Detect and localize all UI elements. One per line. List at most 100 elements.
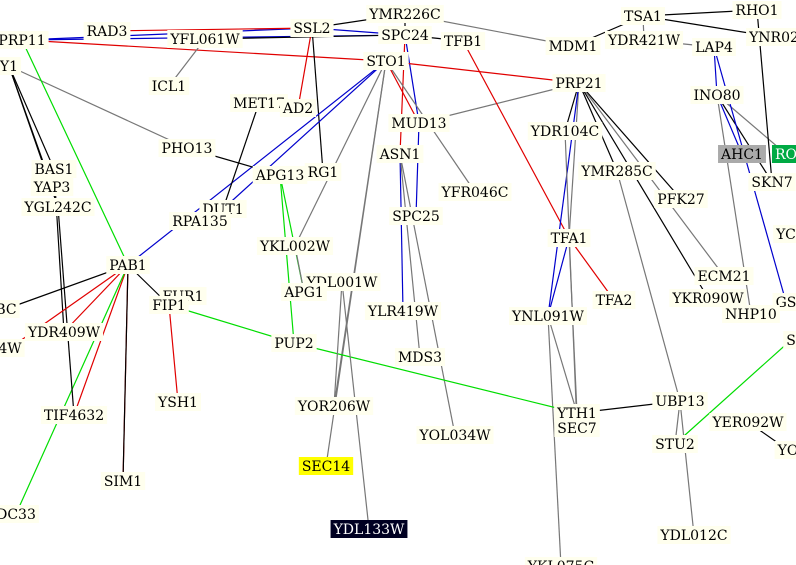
node-rg1[interactable]: RG1 (304, 163, 342, 181)
node-label-ykr090w: YKR090W (671, 291, 744, 307)
node-pho13[interactable]: PHO13 (158, 139, 216, 157)
node-label-spc24: SPC24 (381, 28, 429, 44)
node-apg13[interactable]: APG13 (252, 166, 308, 184)
node-yol034w[interactable]: YOL034W (416, 426, 494, 444)
node-label-sto1: STO1 (366, 54, 405, 70)
node-spc24[interactable]: SPC24 (378, 26, 432, 44)
node-sec7[interactable]: SEC7 (554, 419, 600, 437)
node-label-ynr02: YNR02 (748, 30, 796, 46)
node-ro[interactable]: RO (771, 145, 796, 163)
node-spc25[interactable]: SPC25 (389, 207, 443, 225)
node-ino80[interactable]: INO80 (690, 86, 744, 104)
node-mdm1[interactable]: MDM1 (545, 37, 601, 55)
node-label-ahc1: AHC1 (720, 147, 763, 163)
node-pup2[interactable]: PUP2 (271, 334, 317, 352)
node-ysh1[interactable]: YSH1 (155, 393, 201, 411)
node-ynr02[interactable]: YNR02 (746, 28, 796, 46)
node-label-ylr419w: YLR419W (367, 304, 439, 320)
node-stu2[interactable]: STU2 (652, 435, 698, 453)
node-label-rho1: RHO1 (735, 3, 778, 19)
node-ymr226c[interactable]: YMR226C (366, 5, 444, 23)
node-ynl091w[interactable]: YNL091W (509, 307, 587, 325)
node-ssl2[interactable]: SSL2 (290, 19, 334, 37)
node-label-pfk27: PFK27 (657, 192, 704, 208)
node-pfk27[interactable]: PFK27 (654, 190, 708, 208)
node-ydr409w[interactable]: YDR409W (24, 323, 104, 341)
node-label-ykl075c: YKL075C (527, 559, 594, 565)
node-sim1[interactable]: SIM1 (100, 472, 146, 490)
node-tfa1[interactable]: TFA1 (547, 229, 591, 247)
node-s[interactable]: S (783, 331, 796, 349)
node-label-apg13: APG13 (255, 168, 305, 184)
node-skn7[interactable]: SKN7 (748, 173, 796, 191)
node-label-pho13: PHO13 (162, 141, 213, 157)
node-label-ro: RO (775, 147, 796, 163)
node-pab1[interactable]: PAB1 (106, 256, 150, 274)
node-mds3[interactable]: MDS3 (394, 348, 446, 366)
node-ahc1[interactable]: AHC1 (718, 145, 766, 163)
node-fip1[interactable]: FIP1 (149, 296, 189, 314)
node-ygl242c[interactable]: YGL242C (21, 198, 95, 216)
node-label-ykl002w: YKL002W (259, 239, 331, 255)
node-yor206w[interactable]: YOR206W (294, 397, 374, 415)
node-bas1[interactable]: BAS1 (31, 160, 77, 178)
node-dc33[interactable]: DC33 (0, 505, 39, 523)
node-icl1[interactable]: ICL1 (148, 77, 190, 95)
node-ydl012c[interactable]: YDL012C (657, 526, 731, 544)
node-ykl075c[interactable]: YKL075C (524, 557, 598, 565)
node-tif4632[interactable]: TIF4632 (40, 406, 108, 424)
node-rad3[interactable]: RAD3 (83, 22, 131, 40)
node-ykr090w[interactable]: YKR090W (669, 289, 747, 307)
node-label-asn1: ASN1 (379, 147, 421, 163)
node-ecm21[interactable]: ECM21 (694, 267, 754, 285)
node-sto1[interactable]: STO1 (363, 52, 409, 70)
node-label-met17: MET17 (233, 96, 285, 112)
node-yc[interactable]: YC (773, 225, 796, 243)
node-tfb1[interactable]: TFB1 (440, 32, 486, 50)
node-ydr421w[interactable]: YDR421W (604, 31, 684, 49)
node-label-ubp13: UBP13 (655, 394, 704, 410)
node-rho1[interactable]: RHO1 (732, 1, 782, 19)
node-label-ecm21: ECM21 (697, 269, 750, 285)
node-label-yer092w: YER092W (711, 415, 784, 431)
node-tsa1[interactable]: TSA1 (621, 7, 665, 25)
node-label-ymr226c: YMR226C (368, 7, 441, 23)
node-yfl061w[interactable]: YFL061W (167, 30, 243, 48)
node-label-prp11: PRP11 (0, 33, 46, 49)
node-ydl133w[interactable]: YDL133W (330, 520, 408, 538)
node-label-bas1: BAS1 (35, 162, 74, 178)
node-label-mds3: MDS3 (398, 350, 442, 366)
node-label-lap4: LAP4 (695, 40, 733, 56)
node-nhp10[interactable]: NHP10 (722, 305, 780, 323)
node-label-ysh1: YSH1 (157, 395, 198, 411)
node-asn1[interactable]: ASN1 (376, 145, 424, 163)
node-ylr419w[interactable]: YLR419W (364, 302, 442, 320)
node-sec14[interactable]: SEC14 (298, 457, 354, 475)
node-prp21[interactable]: PRP21 (552, 74, 606, 92)
node-bc[interactable]: BC (0, 300, 20, 318)
node-prp11[interactable]: PRP11 (0, 31, 49, 49)
node-label-stu2: STU2 (655, 437, 695, 453)
node-apg1[interactable]: APG1 (281, 283, 327, 301)
node-mud13[interactable]: MUD13 (388, 114, 450, 132)
node-yer092w[interactable]: YER092W (709, 413, 787, 431)
node-label-ydr421w: YDR421W (607, 33, 681, 49)
node-yfr046c[interactable]: YFR046C (438, 183, 512, 201)
node-ydr104c[interactable]: YDR104C (527, 122, 603, 140)
node-w4[interactable]: 4W (0, 339, 25, 357)
node-label-apg1: APG1 (283, 285, 324, 301)
node-ubp13[interactable]: UBP13 (652, 392, 708, 410)
node-rpa135[interactable]: RPA135 (169, 212, 231, 230)
node-y1[interactable]: Y1 (0, 57, 22, 75)
node-yo[interactable]: YO (774, 441, 796, 459)
node-ymr285c[interactable]: YMR285C (578, 162, 656, 180)
node-ad2[interactable]: AD2 (279, 99, 317, 117)
node-tfa2[interactable]: TFA2 (592, 291, 636, 309)
node-label-ad2: AD2 (282, 101, 313, 117)
node-yap3[interactable]: YAP3 (30, 178, 74, 196)
node-ykl002w[interactable]: YKL002W (256, 237, 334, 255)
node-lap4[interactable]: LAP4 (692, 38, 736, 56)
node-met17[interactable]: MET17 (230, 94, 288, 112)
node-label-ydr409w: YDR409W (27, 325, 101, 341)
network-graph: PRP11 RAD3 YFL061W SSL2 YMR226C SPC24 TFB1 MDM1… (0, 0, 796, 565)
